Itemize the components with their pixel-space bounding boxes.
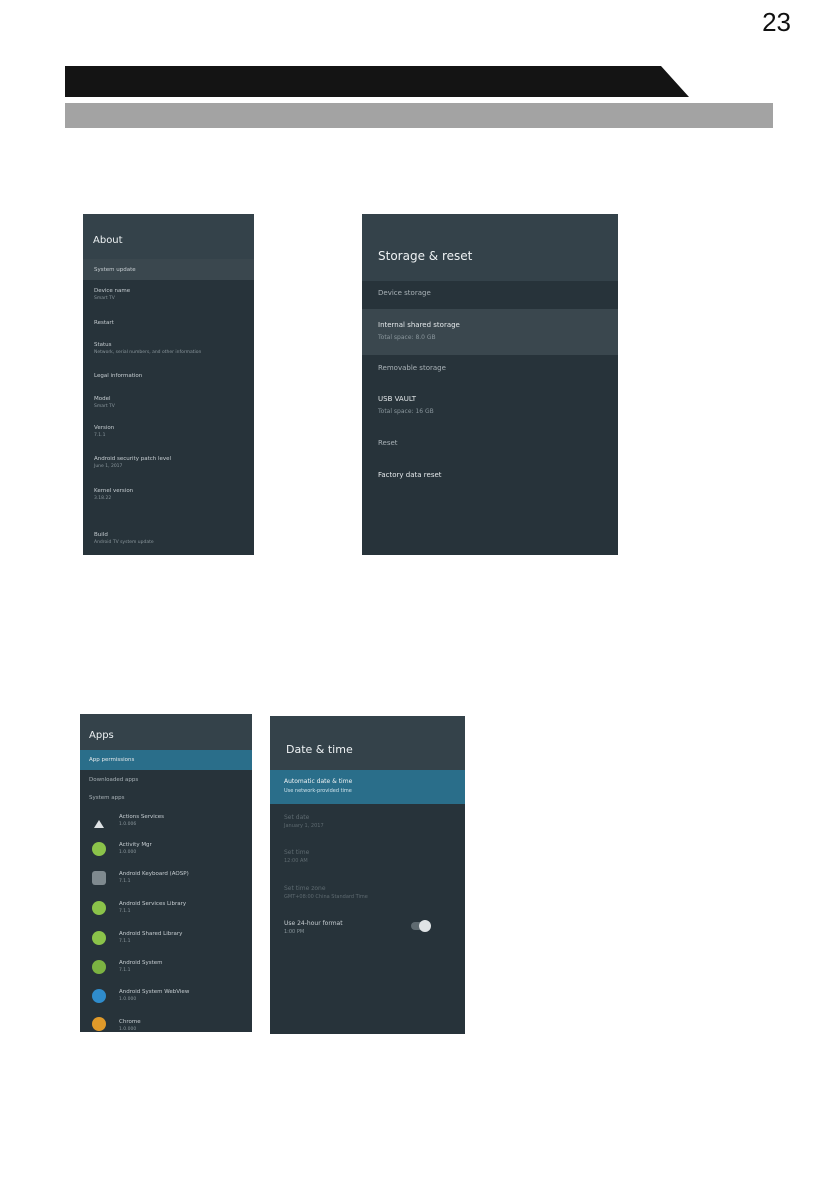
datetime-item-sub: January 1, 2017 xyxy=(284,823,324,829)
storage-section-label: Removable storage xyxy=(378,364,446,372)
app-name[interactable]: Chrome xyxy=(119,1019,141,1025)
storage-title: Storage & reset xyxy=(378,249,473,263)
apps-menu-item[interactable]: App permissions xyxy=(89,757,134,763)
datetime-header: Date & time xyxy=(270,716,465,770)
about-screenshot: About System update Device name Smart TV… xyxy=(83,214,254,555)
android-icon xyxy=(92,842,106,856)
apps-header: Apps xyxy=(80,714,252,750)
chrome-icon xyxy=(92,1017,106,1031)
globe-icon xyxy=(92,989,106,1003)
app-name[interactable]: Android Keyboard (AOSP) xyxy=(119,871,189,877)
about-item-label[interactable]: Legal information xyxy=(94,373,142,379)
app-name[interactable]: Android System WebView xyxy=(119,989,189,995)
app-version: 1.0.006 xyxy=(119,822,137,827)
datetime-item-label[interactable]: Automatic date & time xyxy=(284,778,352,785)
app-name[interactable]: Activity Mgr xyxy=(119,842,152,848)
apps-title: Apps xyxy=(89,730,114,741)
triangle-icon xyxy=(92,816,106,830)
24-hour-toggle[interactable] xyxy=(411,920,431,932)
toggle-knob xyxy=(419,920,431,932)
app-name[interactable]: Android Shared Library xyxy=(119,931,182,937)
page-number: 23 xyxy=(762,7,791,37)
about-item-sub: June 1, 2017 xyxy=(94,464,123,469)
about-item-sub: Smart TV xyxy=(94,296,115,301)
storage-reset-screenshot: Storage & reset Device storage Internal … xyxy=(362,214,618,555)
app-name[interactable]: Android Services Library xyxy=(119,901,186,907)
about-item-sub: Android TV system update xyxy=(94,540,154,545)
datetime-item-sub: Use network-provided time xyxy=(284,788,352,794)
storage-item-sub: Total space: 16 GB xyxy=(378,408,434,415)
datetime-highlight xyxy=(270,770,465,804)
about-item-label[interactable]: System update xyxy=(94,267,136,273)
about-item-sub: 7.1.1 xyxy=(94,433,106,438)
storage-item-label[interactable]: Internal shared storage xyxy=(378,321,460,329)
about-item-label: Build xyxy=(94,532,108,538)
app-version: 1.0.000 xyxy=(119,997,137,1002)
about-item-label[interactable]: Restart xyxy=(94,320,114,326)
about-item-label: Model xyxy=(94,396,111,402)
app-name[interactable]: Actions Services xyxy=(119,814,164,820)
datetime-item-label: Set time xyxy=(284,849,310,856)
date-time-screenshot: Date & time Automatic date & time Use ne… xyxy=(270,716,465,1034)
storage-section-label: Reset xyxy=(378,439,398,447)
datetime-item-label: Set time zone xyxy=(284,885,326,892)
about-item-label[interactable]: Status xyxy=(94,342,112,348)
app-version: 7.1.1 xyxy=(119,879,131,884)
android-icon xyxy=(92,931,106,945)
storage-header: Storage & reset xyxy=(362,214,618,281)
apps-menu-item: System apps xyxy=(89,795,125,801)
datetime-item-sub: 12:00 AM xyxy=(284,858,308,864)
about-item-sub: 3.18.22 xyxy=(94,496,112,501)
keyboard-icon xyxy=(92,871,106,885)
storage-item-label[interactable]: Factory data reset xyxy=(378,471,442,479)
about-item-label: Version xyxy=(94,425,115,431)
app-name[interactable]: Android System xyxy=(119,960,163,966)
about-header: About xyxy=(83,214,254,259)
storage-item-sub: Total space: 8.0 GB xyxy=(378,334,436,341)
app-version: 1.0.000 xyxy=(119,1027,137,1032)
about-item-label[interactable]: Device name xyxy=(94,288,130,294)
chapter-header-bar xyxy=(65,66,689,97)
about-title: About xyxy=(93,235,123,246)
app-version: 7.1.1 xyxy=(119,909,131,914)
app-version: 7.1.1 xyxy=(119,939,131,944)
about-item-label: Kernel version xyxy=(94,488,134,494)
about-item-sub: Smart TV xyxy=(94,404,115,409)
android-icon xyxy=(92,901,106,915)
datetime-title: Date & time xyxy=(286,743,353,756)
storage-item-label[interactable]: USB VAULT xyxy=(378,395,416,403)
storage-section-label: Device storage xyxy=(378,289,431,297)
about-item-label: Android security patch level xyxy=(94,456,172,462)
app-version: 7.1.1 xyxy=(119,968,131,973)
gear-icon xyxy=(92,960,106,974)
datetime-item-label: Set date xyxy=(284,814,310,821)
datetime-item-sub: 1:00 PM xyxy=(284,929,305,935)
about-item-sub: Network, serial numbers, and other infor… xyxy=(94,350,202,355)
datetime-item-sub: GMT+08:00 China Standard Time xyxy=(284,894,368,900)
section-header-bar xyxy=(65,103,773,128)
apps-screenshot: Apps App permissions Downloaded apps Sys… xyxy=(80,714,252,1032)
apps-menu-item: Downloaded apps xyxy=(89,777,139,783)
storage-highlight xyxy=(362,309,618,355)
app-version: 1.0.000 xyxy=(119,850,137,855)
datetime-item-label[interactable]: Use 24-hour format xyxy=(284,920,343,927)
